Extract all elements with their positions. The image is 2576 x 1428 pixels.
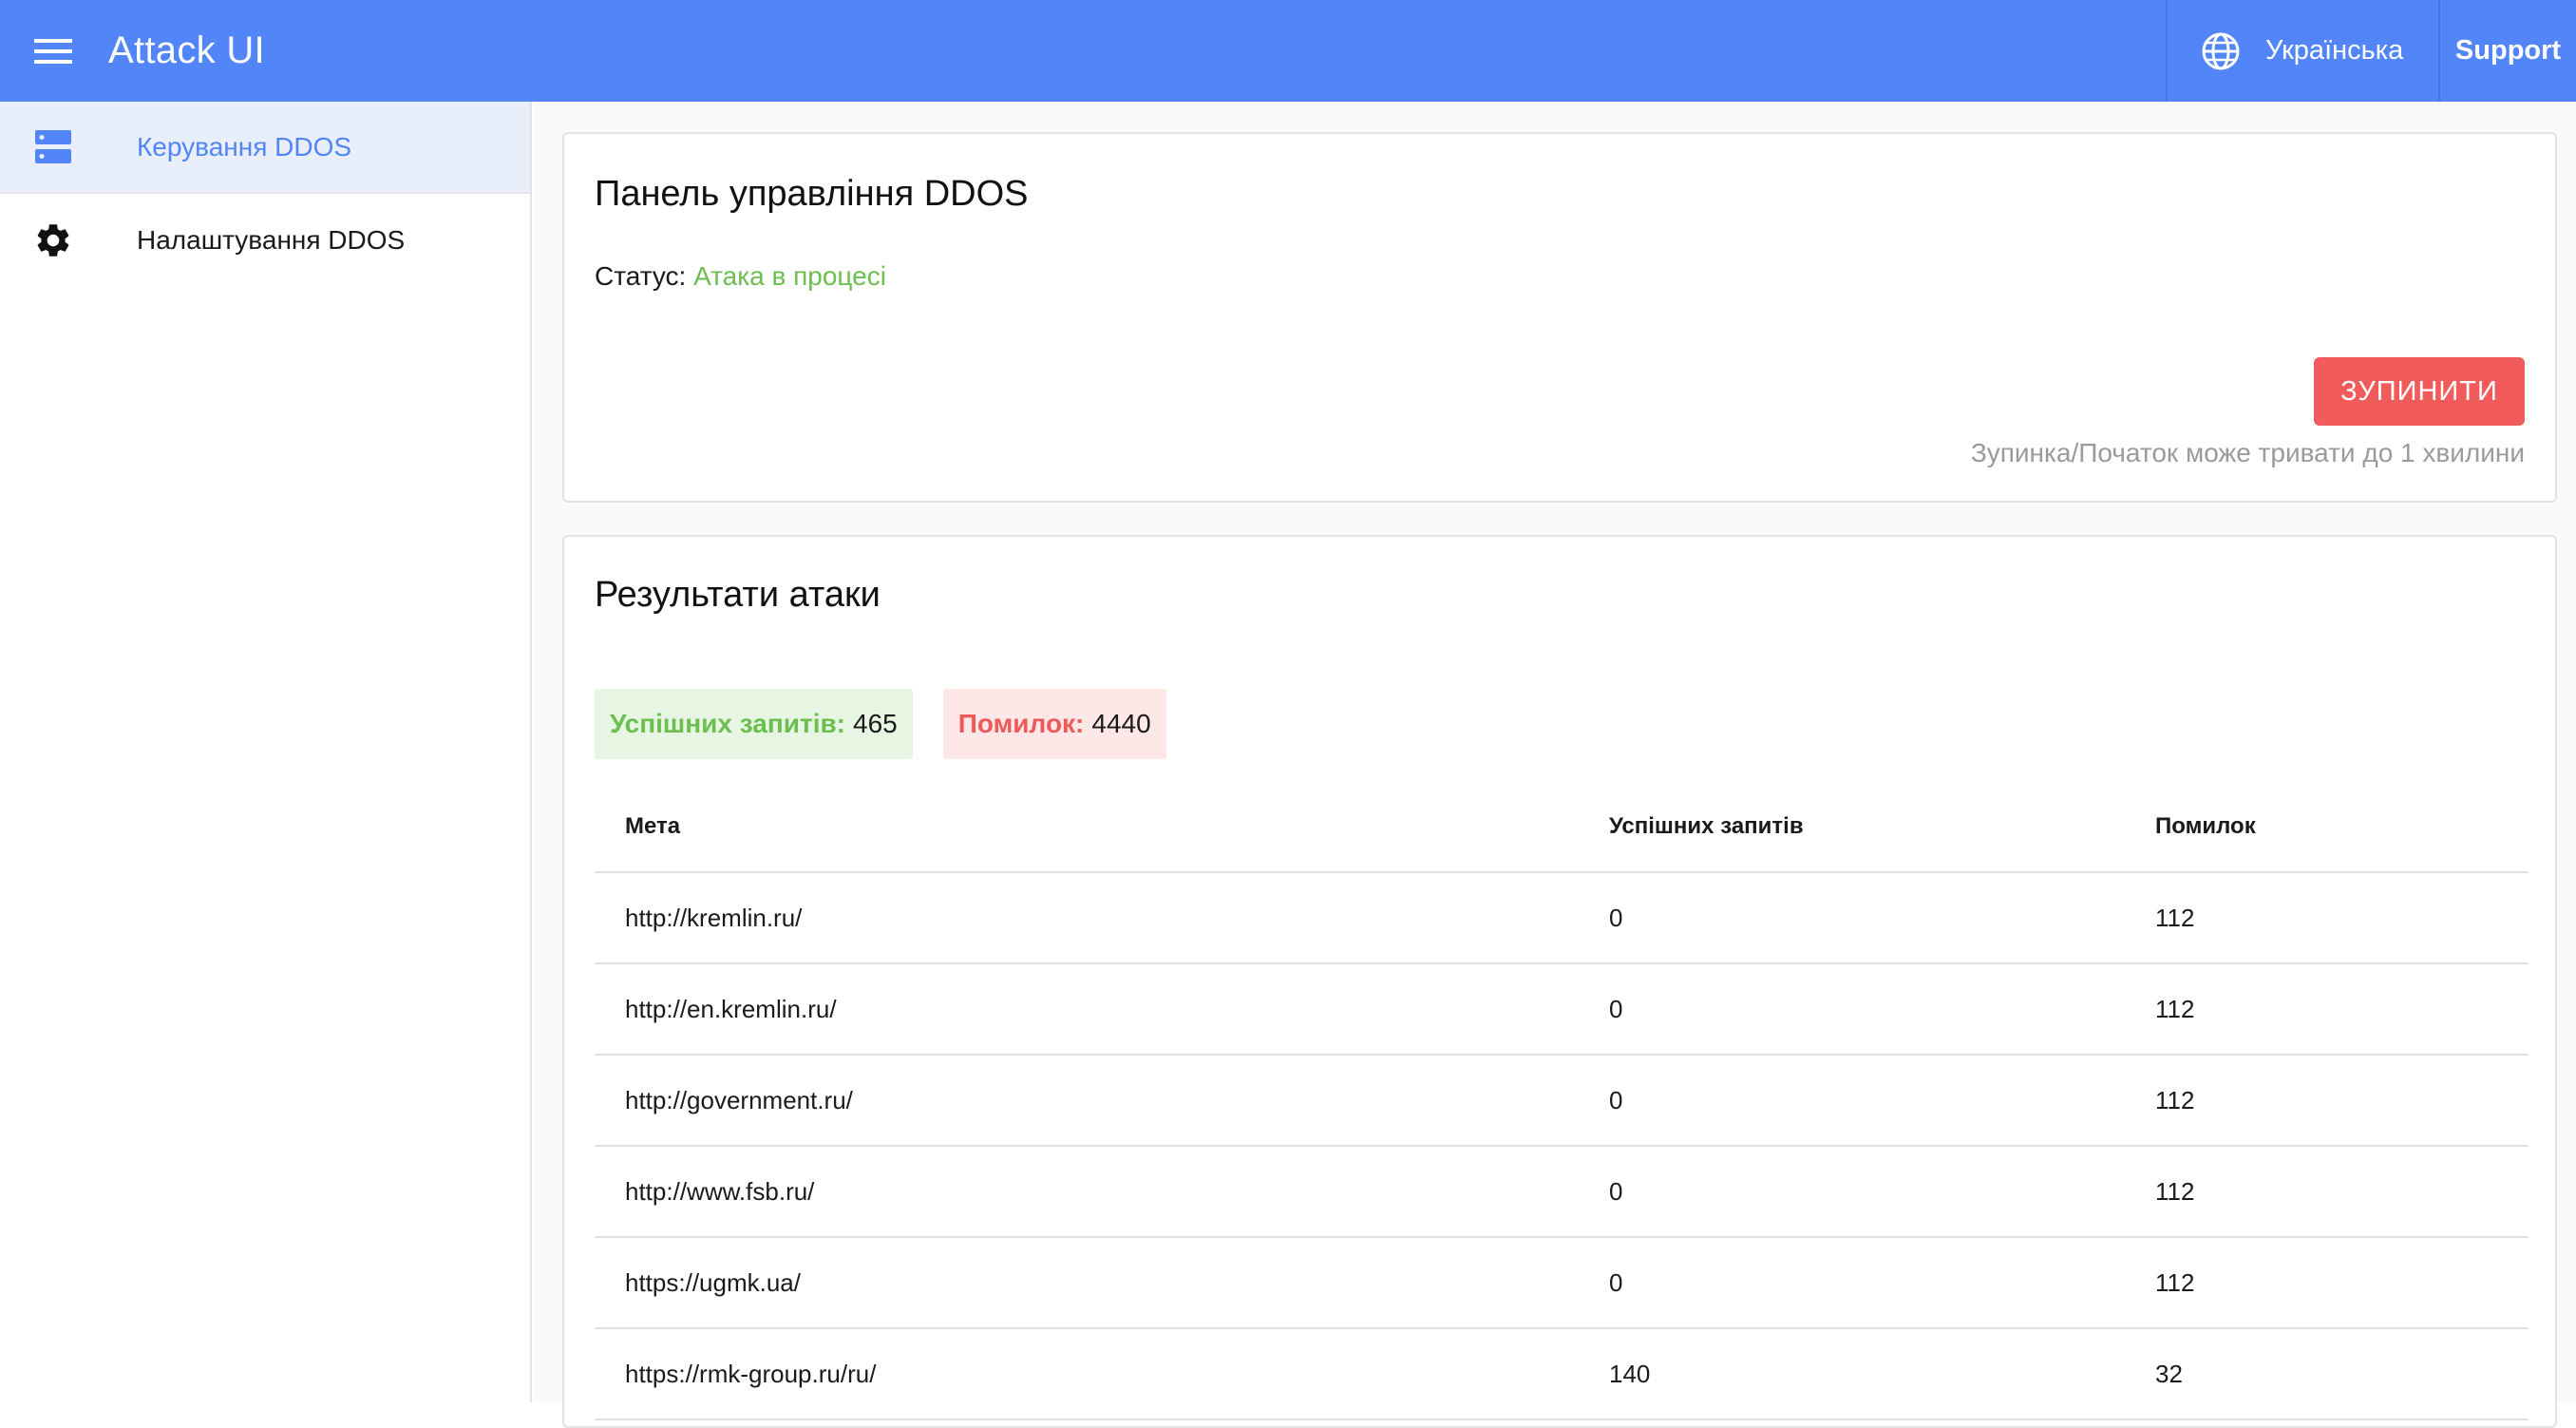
column-header-target[interactable]: Мета — [595, 813, 1609, 840]
cell-errors: 112 — [2155, 994, 2195, 1023]
stop-hint: Зупинка/Початок може тривати до 1 хвилин… — [1970, 438, 2525, 467]
cell-target: http://government.ru/ — [625, 1085, 853, 1114]
status-value: Атака в процесі — [693, 261, 886, 291]
status-line: Статус: Атака в процесі — [595, 261, 886, 292]
sidebar-item-ddos-settings[interactable]: Налаштування DDOS — [0, 194, 530, 286]
cell-success: 0 — [1609, 994, 1623, 1023]
error-value: 4440 — [1091, 709, 1151, 738]
sidebar: Керування DDOS Налаштування DDOS — [0, 102, 532, 1402]
cell-target: https://rmk-group.ru/ru/ — [625, 1359, 877, 1388]
column-header-success[interactable]: Успішних запитів — [1609, 813, 2155, 840]
cell-errors: 112 — [2155, 1267, 2195, 1297]
success-value: 465 — [853, 709, 898, 738]
error-label: Помилок: — [957, 709, 1085, 738]
control-panel-title: Панель управління DDOS — [595, 174, 1029, 214]
language-button[interactable]: Українська — [2166, 0, 2438, 102]
table-row: http://www.fsb.ru/ 0 112 — [595, 1147, 2529, 1238]
app-bar: Attack UI Українська Support — [0, 0, 2576, 102]
cell-errors: 112 — [2155, 1176, 2195, 1206]
results-card: Результати атаки Успішних запитів: 465 П… — [562, 535, 2557, 1428]
success-label: Успішних запитів: — [610, 709, 846, 738]
sidebar-item-ddos-control[interactable]: Керування DDOS — [0, 102, 530, 194]
language-label: Українська — [2265, 35, 2404, 66]
cell-success: 140 — [1609, 1359, 1651, 1388]
stop-button[interactable]: ЗУПИНИТИ — [2314, 357, 2525, 426]
table-row: https://ugmk.ua/ 0 112 — [595, 1238, 2529, 1329]
error-badge: Помилок: 4440 — [942, 689, 1166, 759]
status-label: Статус: — [595, 261, 687, 291]
cell-errors: 32 — [2155, 1359, 2183, 1388]
cell-target: http://en.kremlin.ru/ — [625, 994, 837, 1023]
main-content: Панель управління DDOS Статус: Атака в п… — [534, 102, 2576, 1428]
globe-icon — [2202, 32, 2240, 69]
cell-errors: 112 — [2155, 1085, 2195, 1114]
cell-target: http://www.fsb.ru/ — [625, 1176, 815, 1206]
cell-success: 0 — [1609, 903, 1623, 932]
results-title: Результати атаки — [595, 575, 881, 615]
table-header: Мета Успішних запитів Помилок — [595, 782, 2529, 873]
sidebar-item-label: Налаштування DDOS — [137, 224, 406, 255]
cell-errors: 112 — [2155, 903, 2195, 932]
column-header-errors[interactable]: Помилок — [2155, 813, 2529, 840]
cell-success: 0 — [1609, 1176, 1623, 1206]
table-row: http://en.kremlin.ru/ 0 112 — [595, 964, 2529, 1056]
table-row: http://kremlin.ru/ 0 112 — [595, 873, 2529, 964]
server-icon — [35, 129, 71, 163]
menu-button[interactable] — [0, 0, 106, 102]
table-row: https://rmk-group.ru/ru/ 140 32 — [595, 1329, 2529, 1420]
stats-row: Успішних запитів: 465 Помилок: 4440 — [595, 689, 1197, 759]
table-row: http://government.ru/ 0 112 — [595, 1056, 2529, 1147]
cell-success: 0 — [1609, 1085, 1623, 1114]
results-table: Мета Успішних запитів Помилок http://kre… — [595, 782, 2529, 1420]
cell-success: 0 — [1609, 1267, 1623, 1297]
support-button[interactable]: Support — [2438, 0, 2576, 102]
gear-icon — [37, 223, 69, 257]
app-title: Attack UI — [108, 29, 265, 71]
success-badge: Успішних запитів: 465 — [595, 689, 913, 759]
cell-target: http://kremlin.ru/ — [625, 903, 803, 932]
control-panel-card: Панель управління DDOS Статус: Атака в п… — [562, 132, 2557, 503]
cell-target: https://ugmk.ua/ — [625, 1267, 801, 1297]
menu-icon — [34, 38, 72, 64]
sidebar-item-label: Керування DDOS — [137, 131, 352, 162]
